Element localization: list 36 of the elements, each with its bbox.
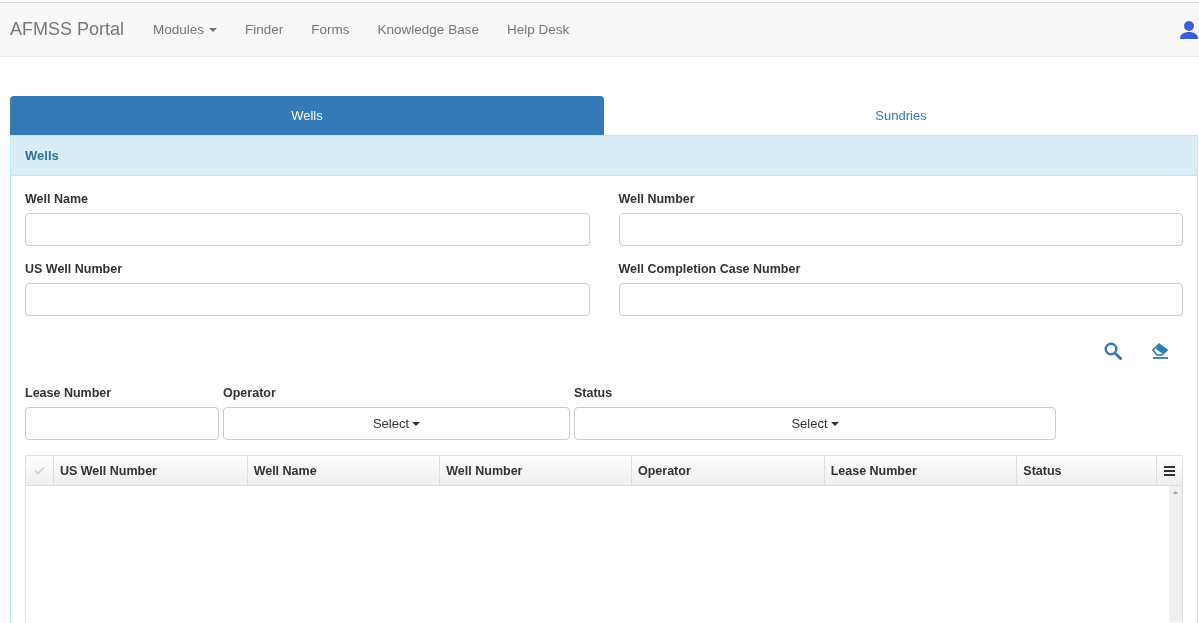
- nav-link[interactable]: Knowledge Base: [363, 22, 493, 37]
- input-field[interactable]: [25, 213, 590, 246]
- nav-link[interactable]: Forms: [297, 22, 364, 37]
- select-dropdown[interactable]: Select: [223, 407, 570, 440]
- scrollbar[interactable]: [1169, 486, 1182, 622]
- tab[interactable]: Wells: [10, 96, 604, 135]
- column-header[interactable]: Well Name: [247, 456, 441, 485]
- caret-icon: [209, 27, 218, 32]
- input-field[interactable]: [618, 283, 1183, 316]
- field-label: Lease Number: [25, 386, 113, 400]
- nav-link[interactable]: Finder: [231, 22, 298, 37]
- menu-icon[interactable]: [1164, 465, 1176, 476]
- select-dropdown[interactable]: Select: [574, 407, 1056, 440]
- panel-heading: Wells: [11, 136, 1197, 176]
- field-label: Well Name: [25, 192, 89, 206]
- input-field[interactable]: [618, 213, 1183, 246]
- field-label: US Well Number: [25, 262, 123, 276]
- column-header[interactable]: Well Number: [440, 456, 632, 485]
- field-label: Well Completion Case Number: [618, 262, 802, 276]
- input-field[interactable]: [25, 407, 219, 440]
- user-icon[interactable]: [1179, 19, 1199, 40]
- nav-link[interactable]: Modules: [139, 22, 232, 37]
- field-label: Well Number: [618, 192, 696, 206]
- search-icon[interactable]: [1104, 342, 1122, 360]
- brand-title[interactable]: AFMSS Portal: [10, 19, 125, 40]
- nav-link[interactable]: Help Desk: [492, 22, 584, 37]
- checkmark-icon[interactable]: [33, 466, 45, 475]
- column-header[interactable]: Operator: [631, 456, 825, 485]
- column-header[interactable]: Status: [1017, 456, 1158, 485]
- eraser-icon[interactable]: [1151, 342, 1169, 359]
- column-header[interactable]: US Well Number: [53, 456, 248, 485]
- tab[interactable]: Sundries: [604, 96, 1198, 135]
- field-label: Operator: [223, 386, 277, 400]
- field-label: Status: [574, 386, 614, 400]
- input-field[interactable]: [25, 283, 590, 316]
- column-header[interactable]: Lease Number: [824, 456, 1018, 485]
